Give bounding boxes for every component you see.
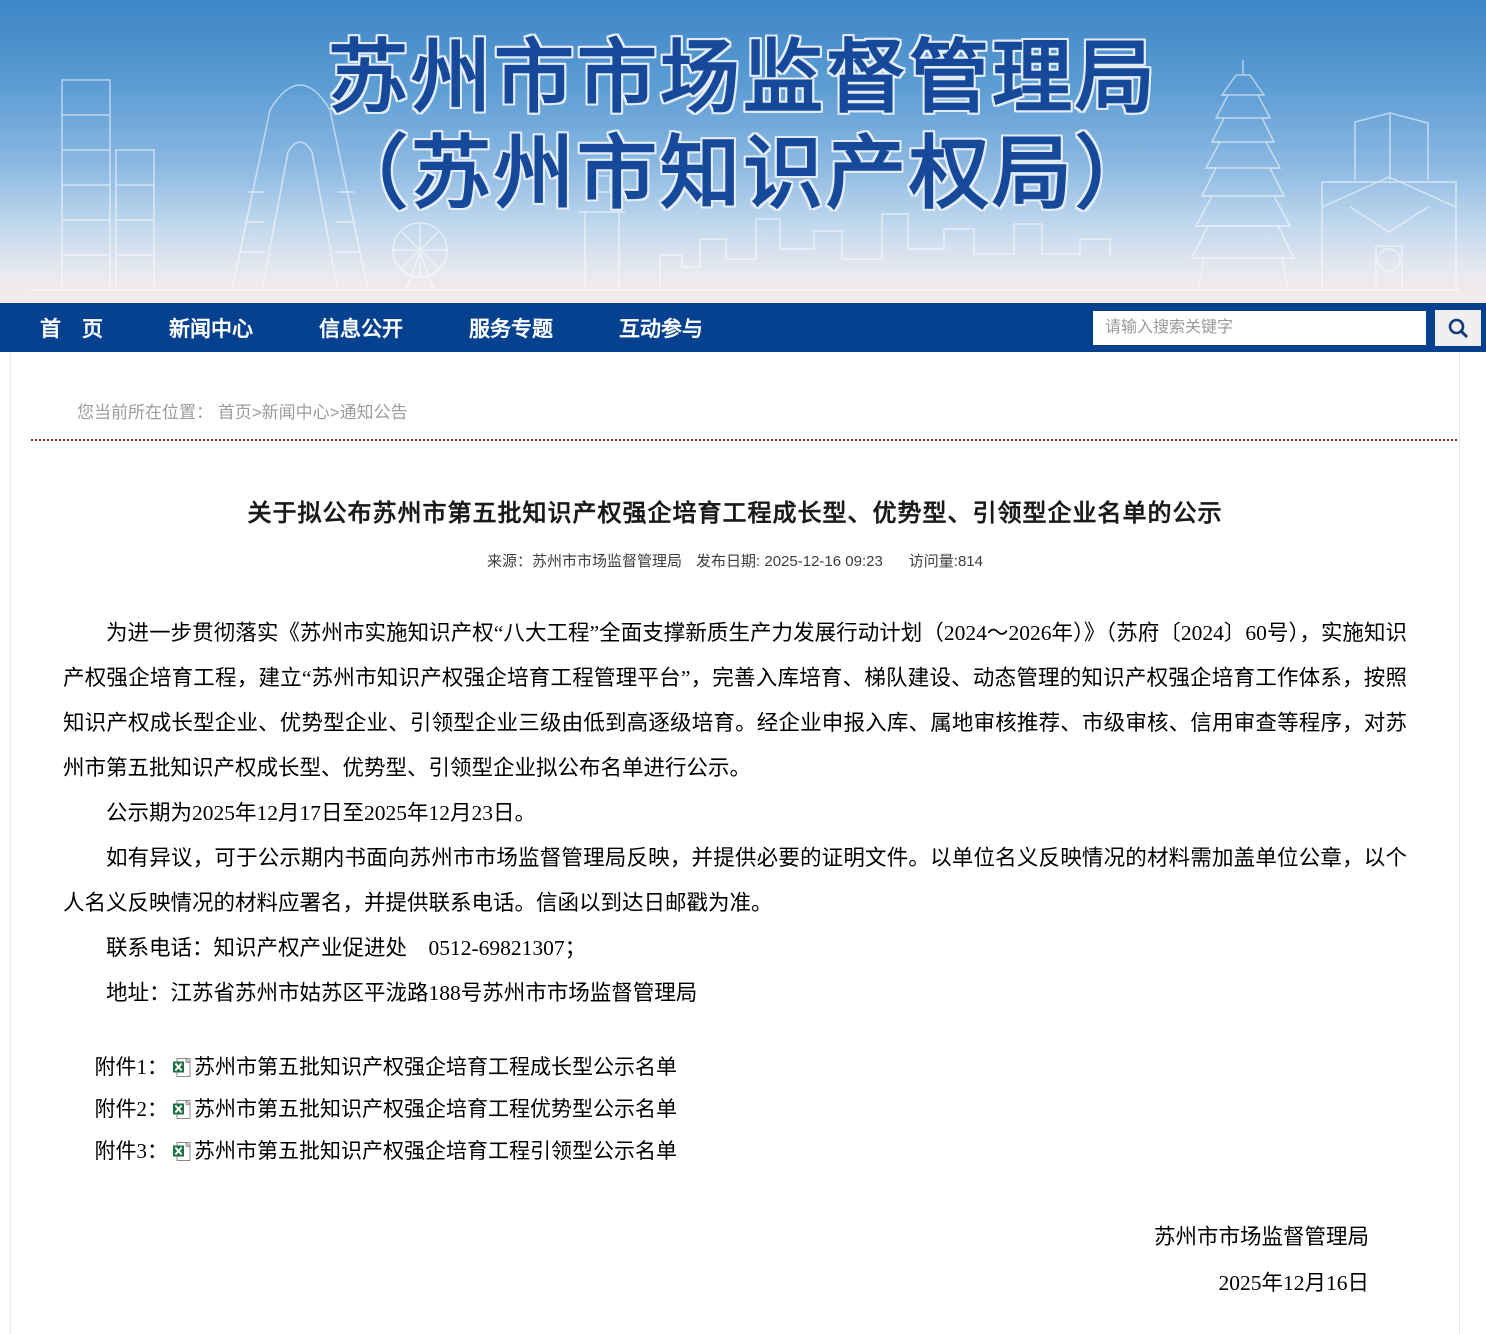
meta-date-label: 发布日期: [696, 553, 760, 570]
site-title-line2: （苏州市知识产权局） [328, 126, 1158, 222]
signature-org: 苏州市市场监督管理局 [63, 1214, 1369, 1260]
article-title: 关于拟公布苏州市第五批知识产权强企培育工程成长型、优势型、引领型企业名单的公示 [63, 493, 1407, 528]
search-input[interactable] [1093, 311, 1426, 345]
attachment-label: 附件2： [95, 1088, 169, 1130]
nav-item-interaction[interactable]: 互动参与 [619, 313, 703, 343]
breadcrumb: 您当前所在位置： 首页>新闻中心>通知公告 [11, 352, 1459, 423]
attachment-row: 附件3： 苏州市第五批知识产权强企培育工程引领型公示名单 [63, 1130, 1407, 1172]
attachment-row: 附件1： 苏州市第五批知识产权强企培育工程成长型公示名单 [63, 1046, 1407, 1088]
nav-item-home[interactable]: 首 页 [40, 313, 103, 343]
search-box [1093, 310, 1481, 346]
nav-item-info-disclosure[interactable]: 信息公开 [319, 313, 403, 343]
paragraph-contact-address: 地址：江苏省苏州市姑苏区平泷路188号苏州市市场监督管理局 [63, 971, 1407, 1016]
meta-date: 2025-12-16 09:23 [764, 553, 882, 570]
article-body: 为进一步贯彻落实《苏州市实施知识产权“八大工程”全面支撑新质生产力发展行动计划（… [63, 611, 1407, 1016]
paragraph-contact-phone: 联系电话：知识产权产业促进处 0512-69821307； [63, 926, 1407, 971]
meta-source-label: 来源： [487, 553, 532, 570]
excel-file-icon [172, 1099, 192, 1120]
attachment-label: 附件1： [95, 1046, 169, 1088]
attachment-link-growth-list[interactable]: 苏州市第五批知识产权强企培育工程成长型公示名单 [194, 1046, 677, 1088]
article-meta: 来源：苏州市市场监督管理局发布日期: 2025-12-16 09:23 访问量:8… [63, 550, 1407, 571]
excel-file-icon [172, 1057, 192, 1078]
dotted-separator [31, 439, 1457, 441]
breadcrumb-path[interactable]: 首页>新闻中心>通知公告 [218, 403, 408, 422]
attachment-row: 附件2： 苏州市第五批知识产权强企培育工程优势型公示名单 [63, 1088, 1407, 1130]
attachment-link-advantage-list[interactable]: 苏州市第五批知识产权强企培育工程优势型公示名单 [194, 1088, 677, 1130]
search-button[interactable] [1435, 310, 1481, 346]
attachment-label: 附件3： [95, 1130, 169, 1172]
attachments: 附件1： 苏州市第五批知识产权强企培育工程成长型公示名单 附件2： [63, 1046, 1407, 1172]
meta-views: 814 [958, 553, 983, 570]
nav-item-service-topics[interactable]: 服务专题 [469, 313, 553, 343]
paragraph: 为进一步贯彻落实《苏州市实施知识产权“八大工程”全面支撑新质生产力发展行动计划（… [63, 611, 1407, 791]
article: 关于拟公布苏州市第五批知识产权强企培育工程成长型、优势型、引领型企业名单的公示 … [11, 493, 1459, 1306]
signature-date: 2025年12月16日 [63, 1260, 1369, 1306]
paragraph: 公示期为2025年12月17日至2025年12月23日。 [63, 791, 1407, 836]
header-banner: 苏州市市场监督管理局 （苏州市知识产权局） [0, 0, 1486, 303]
breadcrumb-prefix: 您当前所在位置： [77, 403, 213, 422]
attachment-link-leading-list[interactable]: 苏州市第五批知识产权强企培育工程引领型公示名单 [194, 1130, 677, 1172]
paragraph: 如有异议，可于公示期内书面向苏州市市场监督管理局反映，并提供必要的证明文件。以单… [63, 836, 1407, 926]
site-title-line1: 苏州市市场监督管理局 [328, 30, 1158, 126]
content-container: 您当前所在位置： 首页>新闻中心>通知公告 关于拟公布苏州市第五批知识产权强企培… [10, 352, 1460, 1334]
meta-views-label: 访问量: [909, 553, 958, 570]
excel-file-icon [172, 1141, 192, 1162]
signature-block: 苏州市市场监督管理局 2025年12月16日 [63, 1214, 1407, 1306]
meta-source: 苏州市市场监督管理局 [532, 553, 682, 570]
search-icon [1446, 316, 1470, 340]
main-navbar: 首 页 新闻中心 信息公开 服务专题 互动参与 [0, 303, 1486, 352]
nav-item-news[interactable]: 新闻中心 [169, 313, 253, 343]
